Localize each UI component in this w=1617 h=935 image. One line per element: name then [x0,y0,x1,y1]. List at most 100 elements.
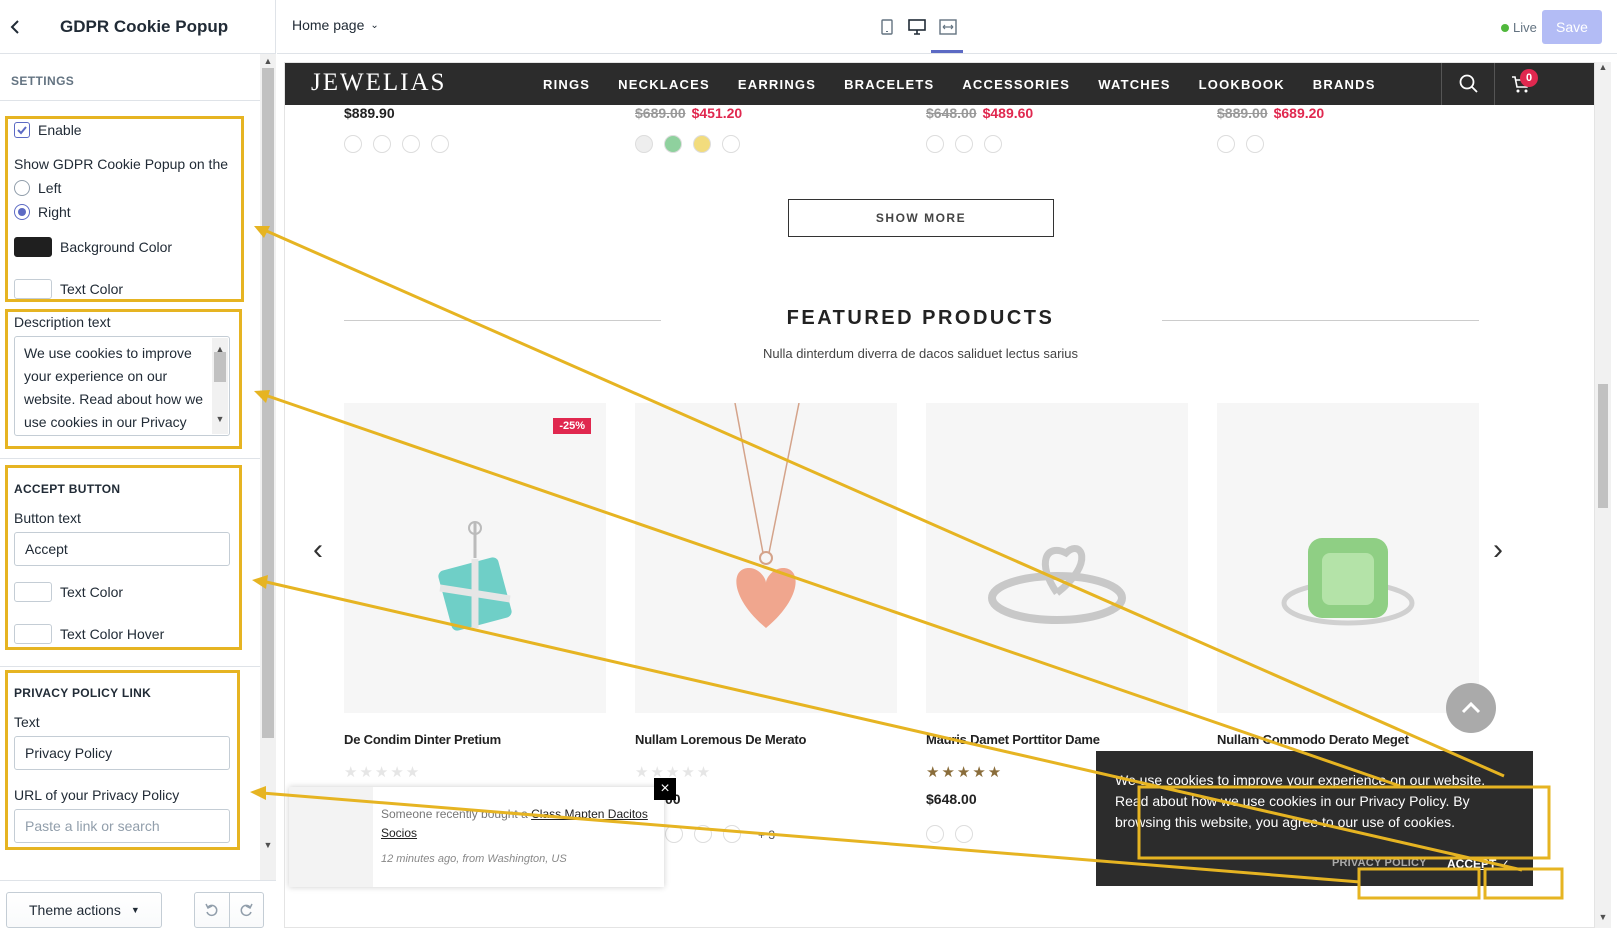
variant-swatches [926,135,1013,153]
page-selector[interactable]: Home page ⌄ [292,17,379,33]
close-icon[interactable]: × [654,778,676,800]
color-swatch[interactable] [635,135,653,153]
product-name[interactable]: Mauris Damet Porttitor Dame [926,732,1100,747]
nav-item-bracelets[interactable]: BRACELETS [844,77,934,92]
color-swatch[interactable] [722,135,740,153]
variant-swatch[interactable] [926,135,944,153]
carousel-prev-button[interactable]: ‹ [313,533,323,567]
nav-item-watches[interactable]: WATCHES [1098,77,1170,92]
product-name[interactable]: Nullam Commodo Derato Meget [1217,732,1409,747]
variant-swatch[interactable] [373,135,391,153]
product-price: $648.00 [926,791,977,807]
nav-item-earrings[interactable]: EARRINGS [738,77,816,92]
sidebar-header: GDPR Cookie Popup [0,0,275,54]
color-swatch[interactable] [693,135,711,153]
nav-menu: RINGS NECKLACES EARRINGS BRACELETS ACCES… [543,63,1404,105]
variant-swatch[interactable] [955,825,973,843]
privacy-policy-link[interactable]: PRIVACY POLICY [1332,857,1427,869]
nav-item-rings[interactable]: RINGS [543,77,590,92]
settings-label: SETTINGS [11,74,75,88]
scroll-up-icon[interactable]: ▲ [260,54,276,68]
price-old: $889.00 [1217,105,1268,121]
variant-swatch[interactable] [926,825,944,843]
show-more-button[interactable]: SHOW MORE [788,199,1054,237]
preview-scrollbar[interactable]: ▲ ▼ [1595,62,1611,928]
color-swatch[interactable] [664,135,682,153]
store-logo[interactable]: JEWELIAS [311,69,446,97]
cart-button[interactable]: 0 [1494,63,1546,105]
highlight-box-general [5,116,244,302]
mobile-view-button[interactable] [876,16,898,38]
variant-swatch[interactable] [344,135,362,153]
undo-button[interactable] [195,893,229,927]
product-image[interactable] [926,403,1188,713]
undo-redo-group [194,892,264,928]
undo-icon [205,903,218,917]
carousel-next-button[interactable]: › [1493,533,1503,567]
price-new: $451.20 [691,105,743,121]
discount-badge: -25% [553,418,591,434]
store-nav: JEWELIAS RINGS NECKLACES EARRINGS BRACEL… [285,63,1594,105]
scroll-up-icon[interactable]: ▲ [1595,62,1611,72]
theme-actions-label: Theme actions [29,902,121,918]
save-button[interactable]: Save [1542,10,1602,44]
variant-swatch[interactable] [984,135,1002,153]
settings-panel[interactable]: SETTINGS Enable Show GDPR Cookie Popup o… [0,54,276,880]
back-to-top-button[interactable] [1446,683,1496,733]
price-old: $648.00 [926,105,977,121]
variant-swatch[interactable] [1246,135,1264,153]
notification-prefix: Someone recently bought a [381,807,528,821]
nav-item-brands[interactable]: BRANDS [1313,77,1376,92]
theme-editor-sidebar: GDPR Cookie Popup SETTINGS Enable Show G… [0,0,276,935]
live-status: Live [1501,20,1537,35]
variant-swatches [344,135,460,153]
sales-notification[interactable]: Someone recently bought a Class Mapten D… [289,787,664,887]
product-image[interactable]: -25% [344,403,606,713]
scroll-down-icon[interactable]: ▼ [1595,912,1611,922]
product-name[interactable]: Nullam Loremous De Merato [635,732,806,747]
featured-products-title: FEATURED PRODUCTS [786,307,1055,329]
live-dot-icon [1501,23,1509,32]
nav-item-lookbook[interactable]: LOOKBOOK [1199,77,1285,92]
nav-item-necklaces[interactable]: NECKLACES [618,77,710,92]
back-button[interactable] [0,12,30,42]
variant-swatch[interactable] [665,825,683,843]
scroll-down-icon[interactable]: ▼ [260,838,276,852]
search-button[interactable] [1441,63,1495,105]
divider [0,100,260,101]
accept-button[interactable]: ACCEPT ✓ [1447,857,1510,871]
cart-count-badge: 0 [1520,69,1538,87]
heart-ring-image [988,545,1126,624]
fullscreen-view-button[interactable] [937,16,959,38]
product-name[interactable]: De Condim Dinter Pretium [344,732,501,747]
nav-item-accessories[interactable]: ACCESSORIES [962,77,1070,92]
chevron-up-icon [1461,702,1481,714]
price-new: $489.60 [982,105,1034,121]
variant-swatches [665,825,752,843]
desktop-view-button[interactable] [906,16,928,38]
variant-swatch[interactable] [402,135,420,153]
variant-swatch[interactable] [694,825,712,843]
notification-text: Someone recently bought a Class Mapten D… [381,805,651,843]
theme-actions-button[interactable]: Theme actions ▼ [6,892,162,928]
product-image[interactable] [635,402,897,713]
variant-swatch[interactable] [955,135,973,153]
product-image[interactable] [1217,403,1479,713]
sidebar-scrollbar[interactable]: ▲ ▼ [260,54,276,880]
rating-stars: ★★★★★ [344,764,422,781]
accept-label: ACCEPT [1447,857,1497,871]
variant-swatch[interactable] [1217,135,1235,153]
more-variants-count[interactable]: + 3 [758,828,775,842]
preview-scrollbar-thumb[interactable] [1598,384,1608,508]
store-preview[interactable]: JEWELIAS RINGS NECKLACES EARRINGS BRACEL… [284,62,1595,928]
highlight-box-accept [5,465,242,650]
chevron-left-icon [10,19,19,34]
variant-swatch[interactable] [723,825,741,843]
product-price: $889.90 [344,105,395,121]
redo-button[interactable] [228,893,264,927]
fullscreen-icon [939,19,957,35]
notification-product-image [289,787,373,887]
sidebar-scrollbar-thumb[interactable] [262,68,274,738]
variant-swatch[interactable] [431,135,449,153]
mobile-icon [881,19,893,35]
